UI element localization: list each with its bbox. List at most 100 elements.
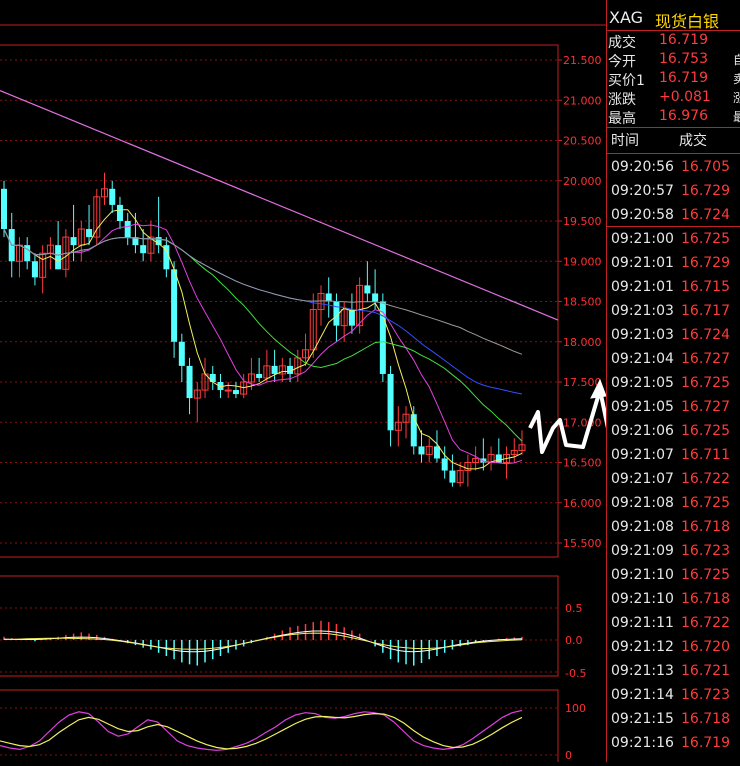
candle-body [55, 245, 62, 270]
trade-row[interactable]: 09:21:10 16.725 [607, 564, 740, 588]
trade-price: 16.725 [681, 423, 730, 439]
trade-price: 16.718 [681, 591, 730, 607]
oscillator-tick-label: 0 [565, 749, 572, 762]
candle-body [86, 229, 93, 238]
price-tick-label: 19.500 [563, 215, 602, 228]
quote-row-open: 今开 16.753 自 [608, 51, 740, 70]
trade-row[interactable]: 09:20:56 16.705 [607, 156, 740, 180]
trades-header-price: 成交 [679, 133, 707, 149]
price-tick-label: 20.500 [563, 135, 602, 148]
candle-body [178, 341, 185, 366]
price-chart-area[interactable]: 21.500 21.000 20.500 20.000 19.500 19.000 18.5… [0, 0, 684, 766]
trade-row[interactable]: 09:21:01 16.729 [607, 252, 740, 276]
trade-price: 16.720 [681, 639, 730, 655]
trade-price: 16.724 [681, 327, 730, 343]
candle-body [256, 373, 263, 378]
candle-body [1, 188, 7, 230]
trade-time: 09:21:08 [611, 495, 674, 511]
candle-body [325, 293, 332, 302]
candle-body [124, 221, 131, 238]
oscillator-line [0, 709, 523, 751]
trade-row[interactable]: 09:21:13 16.721 [607, 660, 740, 684]
candle-body [224, 389, 232, 392]
trade-time: 09:21:01 [611, 279, 674, 295]
trade-time: 09:21:16 [611, 735, 674, 751]
trade-price: 16.718 [681, 711, 730, 727]
trade-row[interactable]: 09:21:04 16.727 [607, 348, 740, 372]
trade-price: 16.729 [681, 183, 730, 199]
divider [607, 127, 740, 128]
candlestick-chart[interactable]: 21.500 21.000 20.500 20.000 19.500 19.000 18.5… [0, 0, 684, 766]
trade-row[interactable]: 09:21:05 16.727 [607, 396, 740, 420]
trade-row[interactable]: 09:20:57 16.729 [607, 180, 740, 204]
candle-body [31, 261, 38, 278]
price-tick-label: 18.500 [563, 296, 602, 309]
trade-price: 16.725 [681, 231, 730, 247]
trade-row[interactable]: 09:21:03 16.724 [607, 324, 740, 348]
trade-row[interactable]: 09:21:09 16.723 [607, 540, 740, 564]
trade-time: 09:21:06 [611, 423, 674, 439]
trade-time: 09:20:56 [611, 159, 674, 175]
trade-time: 09:21:03 [611, 303, 674, 319]
macd-panel-frame [0, 575, 559, 677]
candle-body [171, 269, 178, 342]
trade-price: 16.722 [681, 471, 730, 487]
trade-row[interactable]: 09:20:58 16.724 [607, 204, 740, 228]
trade-price: 16.725 [681, 495, 730, 511]
trade-time: 09:21:14 [611, 687, 674, 703]
trade-row[interactable]: 09:21:11 16.722 [607, 612, 740, 636]
candle-body [140, 245, 147, 254]
trade-price: 16.724 [681, 207, 730, 223]
trade-time: 09:21:05 [611, 399, 674, 415]
trade-row[interactable]: 09:21:08 16.725 [607, 492, 740, 516]
candle-body [449, 470, 456, 483]
trade-price: 16.727 [681, 399, 730, 415]
trade-price: 16.711 [681, 447, 730, 463]
candle-body [410, 414, 417, 447]
trade-price: 16.722 [681, 615, 730, 631]
price-tick-label: 19.000 [563, 255, 602, 268]
price-tick-label: 17.500 [563, 376, 602, 389]
price-tick-label: 21.500 [563, 54, 602, 67]
macd-tick-label: 0.0 [565, 634, 583, 647]
trade-row[interactable]: 09:21:01 16.715 [607, 276, 740, 300]
oscillator-panel-frame [0, 689, 559, 766]
price-tick-label: 15.500 [563, 537, 602, 550]
symbol-name: 现货白银 [655, 12, 720, 31]
trade-row[interactable]: 09:21:10 16.718 [607, 588, 740, 612]
trade-row[interactable]: 09:21:07 16.711 [607, 444, 740, 468]
macd-tick-label: -0.5 [565, 667, 586, 680]
trade-row[interactable]: 09:21:16 16.719 [607, 732, 740, 756]
candle-body [271, 365, 278, 374]
trade-time: 09:21:13 [611, 663, 674, 679]
candle-body [109, 188, 116, 205]
price-tick-label: 20.000 [563, 175, 602, 188]
trade-row[interactable]: 09:21:00 16.725 [607, 228, 740, 252]
candle-body [433, 446, 440, 459]
trade-time: 09:21:07 [611, 471, 674, 487]
trade-row[interactable]: 09:21:12 16.720 [607, 636, 740, 660]
trade-price: 16.723 [681, 687, 730, 703]
trade-row[interactable]: 09:21:14 16.723 [607, 684, 740, 708]
symbol-code: XAG [609, 8, 644, 27]
candle-body [232, 390, 239, 395]
trade-row[interactable]: 09:21:07 16.722 [607, 468, 740, 492]
trade-price: 16.719 [681, 735, 730, 751]
trades-header: 时间 成交 [607, 130, 740, 150]
quote-row-change: 涨跌 +0.081 涨 [608, 89, 740, 108]
divider [607, 226, 740, 227]
price-tick-label: 16.500 [563, 457, 602, 470]
trade-time: 09:21:08 [611, 519, 674, 535]
trade-time: 09:21:01 [611, 255, 674, 271]
candle-body [364, 285, 371, 294]
trade-row[interactable]: 09:21:05 16.725 [607, 372, 740, 396]
candle-body [372, 293, 379, 302]
trade-row[interactable]: 09:21:15 16.718 [607, 708, 740, 732]
trade-row[interactable]: 09:21:08 16.718 [607, 516, 740, 540]
trade-time: 09:21:00 [611, 231, 674, 247]
quote-side-panel: XAG 现货白银 成交 16.719 今开 16.753 自 买价1 16.71… [606, 0, 740, 762]
trade-time: 09:21:04 [611, 351, 674, 367]
trade-time: 09:21:09 [611, 543, 674, 559]
trade-row[interactable]: 09:21:06 16.725 [607, 420, 740, 444]
trade-row[interactable]: 09:21:03 16.717 [607, 300, 740, 324]
